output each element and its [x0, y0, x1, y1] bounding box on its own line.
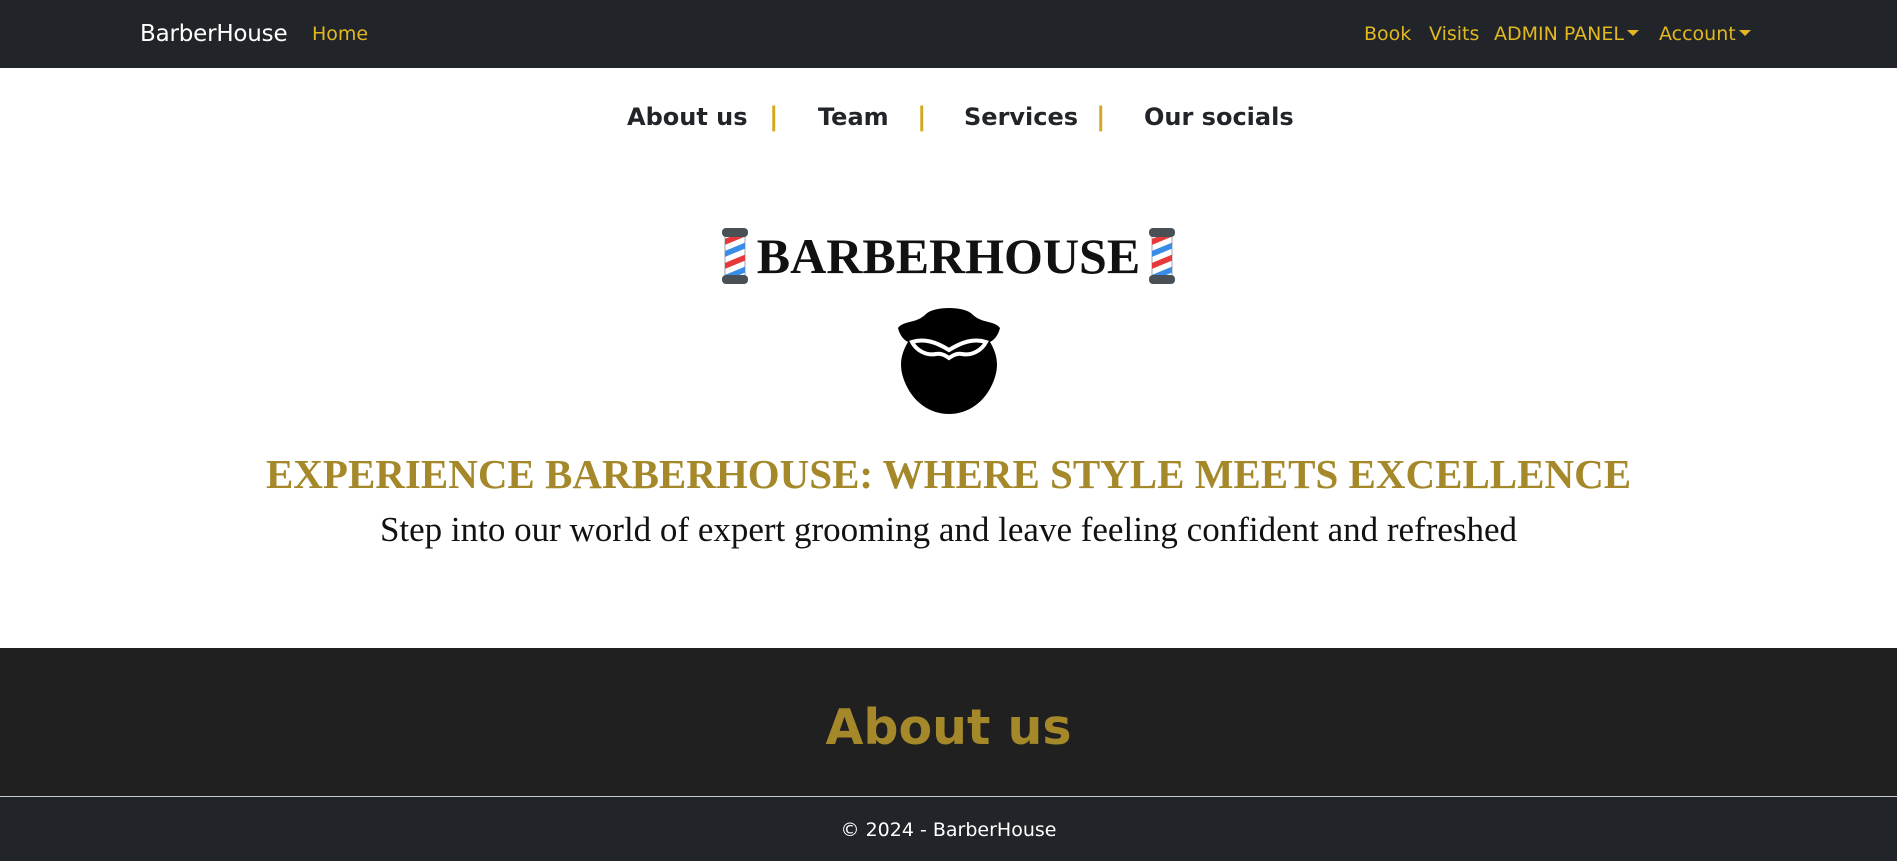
hero-title-text: BARBERHOUSE — [756, 228, 1141, 284]
section-separator: | — [1096, 102, 1106, 132]
about-title: About us — [825, 699, 1072, 756]
footer-copyright: © 2024 - BarberHouse — [840, 819, 1057, 841]
barber-pole-icon — [721, 228, 748, 284]
hero-heading: EXPERIENCE BARBERHOUSE: WHERE STYLE MEET… — [265, 451, 1632, 497]
footer: © 2024 - BarberHouse — [0, 796, 1897, 861]
hero-title: BARBERHOUSE — [0, 222, 1897, 290]
section-separator: | — [769, 102, 779, 132]
barber-pole-icon — [1149, 228, 1176, 284]
admin-panel-dropdown[interactable]: ADMIN PANEL — [1494, 20, 1639, 48]
top-navbar: BarberHouse Home Book Visits ADMIN PANEL… — [0, 0, 1897, 68]
section-separator: | — [917, 102, 927, 132]
nav-link-home[interactable]: Home — [312, 20, 368, 48]
admin-panel-label: ADMIN PANEL — [1494, 23, 1624, 45]
account-label: Account — [1659, 23, 1736, 45]
section-nav: About us | Team | Services | Our socials — [0, 100, 1897, 136]
section-link-our-socials[interactable]: Our socials — [1144, 100, 1294, 134]
account-dropdown[interactable]: Account — [1659, 20, 1751, 48]
chevron-down-icon — [1626, 30, 1639, 36]
hero-subheading: Step into our world of expert grooming a… — [379, 510, 1518, 549]
section-link-team[interactable]: Team — [818, 100, 889, 134]
brand-link[interactable]: BarberHouse — [140, 17, 288, 51]
beard-icon — [898, 308, 1000, 414]
section-link-about-us[interactable]: About us — [627, 100, 748, 134]
chevron-down-icon — [1738, 30, 1751, 36]
nav-link-book[interactable]: Book — [1364, 20, 1411, 48]
about-section: About us — [0, 648, 1897, 796]
nav-link-visits[interactable]: Visits — [1429, 20, 1479, 48]
section-link-services[interactable]: Services — [964, 100, 1078, 134]
